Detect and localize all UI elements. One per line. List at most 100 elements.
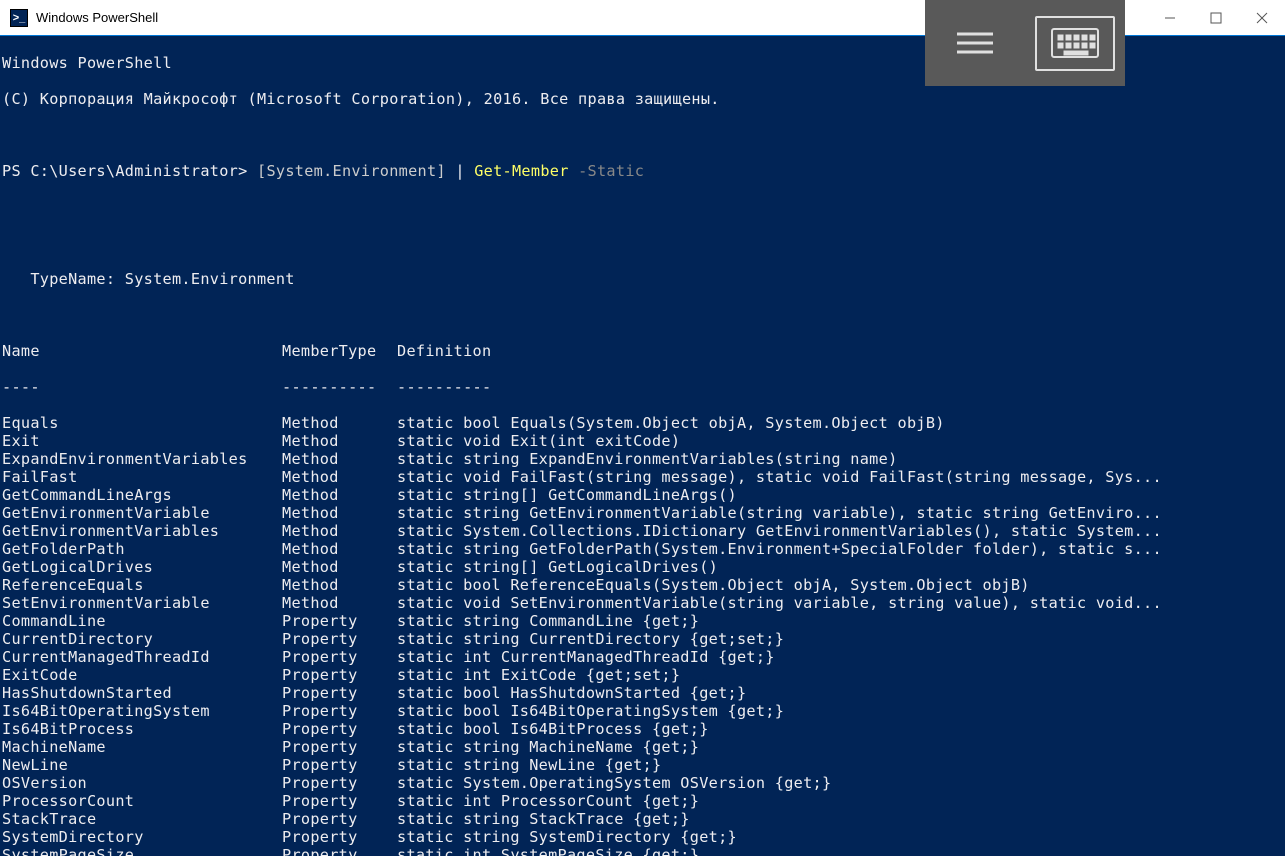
member-type: Property: [282, 792, 397, 810]
member-type: Property: [282, 828, 397, 846]
member-name: Exit: [2, 432, 282, 450]
member-name: OSVersion: [2, 774, 282, 792]
member-name: Is64BitProcess: [2, 720, 282, 738]
table-row: GetFolderPathMethodstatic string GetFold…: [2, 540, 1283, 558]
member-name: CurrentDirectory: [2, 630, 282, 648]
window-controls: [1147, 0, 1285, 35]
member-name: HasShutdownStarted: [2, 684, 282, 702]
member-definition: static int CurrentManagedThreadId {get;}: [397, 648, 1278, 666]
member-name: MachineName: [2, 738, 282, 756]
command-line: PS C:\Users\Administrator> [System.Envir…: [2, 162, 1283, 180]
pipe: |: [446, 162, 474, 180]
member-name: CurrentManagedThreadId: [2, 648, 282, 666]
member-type: Method: [282, 450, 397, 468]
member-type: Method: [282, 522, 397, 540]
keyboard-button[interactable]: [1035, 16, 1115, 71]
minimize-button[interactable]: [1147, 0, 1193, 35]
maximize-button[interactable]: [1193, 0, 1239, 35]
member-type: Property: [282, 684, 397, 702]
member-type: Method: [282, 432, 397, 450]
member-name: GetEnvironmentVariable: [2, 504, 282, 522]
terminal-output[interactable]: Windows PowerShell (C) Корпорация Майкро…: [0, 36, 1285, 856]
close-button[interactable]: [1239, 0, 1285, 35]
table-row: ExitCodePropertystatic int ExitCode {get…: [2, 666, 1283, 684]
menu-button[interactable]: [935, 16, 1015, 71]
member-name: ExitCode: [2, 666, 282, 684]
member-definition: static string GetEnvironmentVariable(str…: [397, 504, 1278, 522]
cmdlet-name: Get-Member: [474, 162, 568, 180]
member-type: Property: [282, 756, 397, 774]
col-type-header: MemberType: [282, 342, 397, 360]
blank-line: [2, 306, 1283, 324]
member-type: Method: [282, 414, 397, 432]
member-name: StackTrace: [2, 810, 282, 828]
member-definition: static bool HasShutdownStarted {get;}: [397, 684, 1278, 702]
copyright-line: (C) Корпорация Майкрософт (Microsoft Cor…: [2, 90, 1283, 108]
table-row: FailFastMethodstatic void FailFast(strin…: [2, 468, 1283, 486]
member-definition: static System.OperatingSystem OSVersion …: [397, 774, 1278, 792]
member-type: Property: [282, 648, 397, 666]
member-name: SystemDirectory: [2, 828, 282, 846]
table-row: GetEnvironmentVariablesMethodstatic Syst…: [2, 522, 1283, 540]
sep: ----: [2, 378, 282, 396]
member-type: Method: [282, 504, 397, 522]
member-type: Method: [282, 594, 397, 612]
member-definition: static int ExitCode {get;set;}: [397, 666, 1278, 684]
member-definition: static bool Equals(System.Object objA, S…: [397, 414, 1278, 432]
col-def-header: Definition: [397, 342, 1278, 360]
col-name-header: Name: [2, 342, 282, 360]
member-name: SetEnvironmentVariable: [2, 594, 282, 612]
table-row: StackTracePropertystatic string StackTra…: [2, 810, 1283, 828]
member-definition: static string NewLine {get;}: [397, 756, 1278, 774]
table-row: GetEnvironmentVariableMethodstatic strin…: [2, 504, 1283, 522]
member-definition: static string CommandLine {get;}: [397, 612, 1278, 630]
table-row: CurrentManagedThreadIdPropertystatic int…: [2, 648, 1283, 666]
close-icon: [1256, 12, 1268, 24]
member-definition: static string MachineName {get;}: [397, 738, 1278, 756]
blank-line: [2, 198, 1283, 216]
member-name: GetFolderPath: [2, 540, 282, 558]
member-definition: static bool Is64BitOperatingSystem {get;…: [397, 702, 1278, 720]
table-row: ProcessorCountPropertystatic int Process…: [2, 792, 1283, 810]
table-row: EqualsMethodstatic bool Equals(System.Ob…: [2, 414, 1283, 432]
member-definition: static void Exit(int exitCode): [397, 432, 1278, 450]
member-name: CommandLine: [2, 612, 282, 630]
table-row: ExitMethodstatic void Exit(int exitCode): [2, 432, 1283, 450]
prompt: PS C:\Users\Administrator>: [2, 162, 248, 180]
member-name: Is64BitOperatingSystem: [2, 702, 282, 720]
member-type: Method: [282, 468, 397, 486]
table-row: CommandLinePropertystatic string Command…: [2, 612, 1283, 630]
member-definition: static int SystemPageSize {get;}: [397, 846, 1278, 856]
member-definition: static string[] GetCommandLineArgs(): [397, 486, 1278, 504]
typename-line: TypeName: System.Environment: [2, 270, 1283, 288]
table-row: SystemPageSizePropertystatic int SystemP…: [2, 846, 1283, 856]
member-type: Method: [282, 486, 397, 504]
member-type: Method: [282, 558, 397, 576]
member-definition: static string StackTrace {get;}: [397, 810, 1278, 828]
member-type: Property: [282, 630, 397, 648]
member-name: ProcessorCount: [2, 792, 282, 810]
member-name: ExpandEnvironmentVariables: [2, 450, 282, 468]
member-type: Property: [282, 738, 397, 756]
member-type: Property: [282, 774, 397, 792]
member-name: GetCommandLineArgs: [2, 486, 282, 504]
table-row: HasShutdownStartedPropertystatic bool Ha…: [2, 684, 1283, 702]
table-row: Is64BitOperatingSystemPropertystatic boo…: [2, 702, 1283, 720]
member-name: NewLine: [2, 756, 282, 774]
sep: ----------: [282, 378, 397, 396]
hamburger-icon: [953, 28, 997, 58]
table-row: Is64BitProcessPropertystatic bool Is64Bi…: [2, 720, 1283, 738]
input-overlay-toolbar[interactable]: [925, 0, 1125, 86]
member-list: EqualsMethodstatic bool Equals(System.Ob…: [2, 414, 1283, 856]
table-row: OSVersionPropertystatic System.Operating…: [2, 774, 1283, 792]
member-type: Property: [282, 702, 397, 720]
table-row: ReferenceEqualsMethodstatic bool Referen…: [2, 576, 1283, 594]
member-definition: static string GetFolderPath(System.Envir…: [397, 540, 1278, 558]
parameter: -Static: [569, 162, 645, 180]
member-definition: static string CurrentDirectory {get;set;…: [397, 630, 1278, 648]
member-type: Property: [282, 612, 397, 630]
table-row: ExpandEnvironmentVariablesMethodstatic s…: [2, 450, 1283, 468]
table-row: GetCommandLineArgsMethodstatic string[] …: [2, 486, 1283, 504]
table-separator: ------------------------: [2, 378, 1283, 396]
type-literal: [System.Environment]: [257, 162, 446, 180]
